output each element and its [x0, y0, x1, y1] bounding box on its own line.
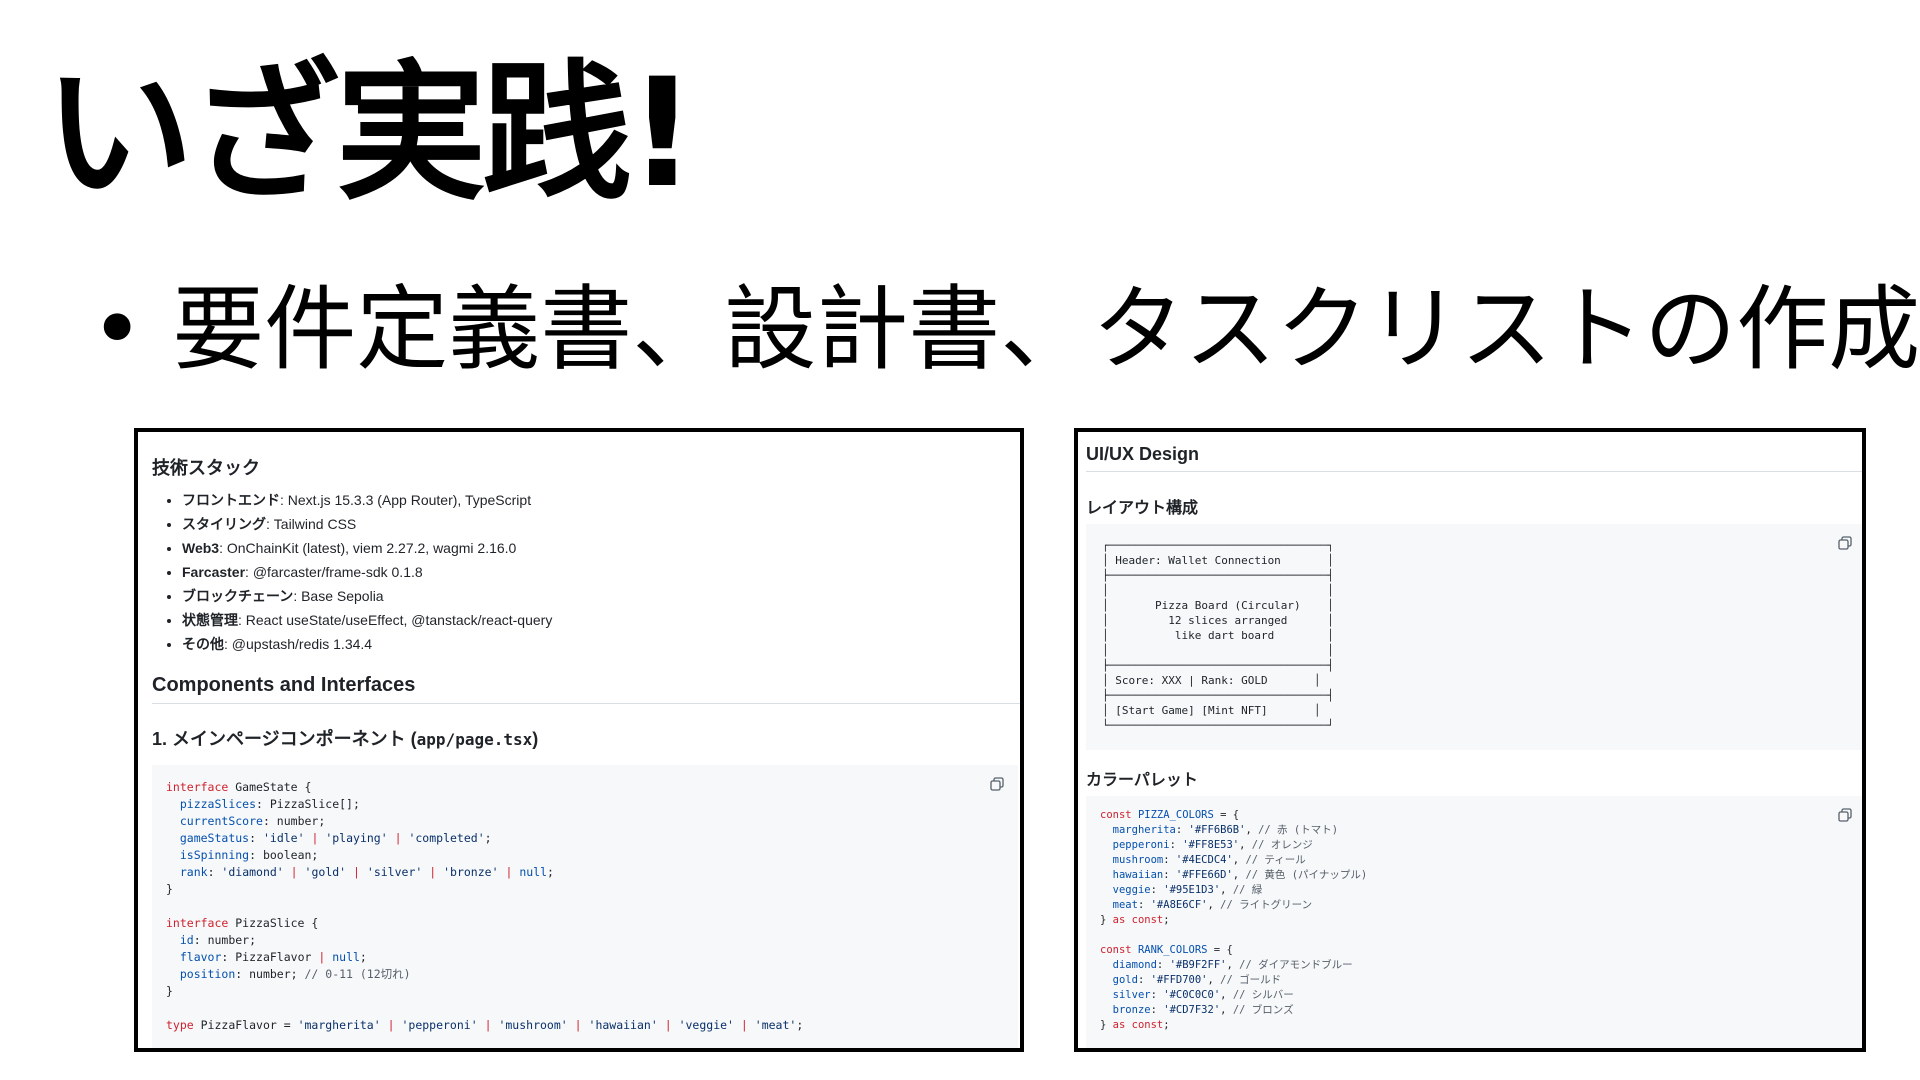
slide-title: いざ実践!: [44, 47, 696, 221]
list-item: Web3: OnChainKit (latest), viem 2.27.2, …: [182, 536, 1020, 560]
list-item: Farcaster: @farcaster/frame-sdk 0.1.8: [182, 560, 1020, 584]
design-screenshot: UI/UX Design レイアウト構成 ┌──────────────────…: [1074, 428, 1866, 1052]
copy-icon[interactable]: [1838, 808, 1852, 822]
subsection-title: 1. メインページコンポーネント (app/page.tsx): [152, 729, 539, 749]
list-item: その他: @upstash/redis 1.34.4: [182, 632, 1020, 656]
code-text: interface GameState { pizzaSlices: Pizza…: [166, 780, 804, 1032]
list-item: 状態管理: React useState/useEffect, @tanstac…: [182, 608, 1020, 632]
copy-icon[interactable]: [1838, 536, 1852, 550]
code-block-palette: const PIZZA_COLORS = { margherita: '#FF6…: [1086, 796, 1862, 1048]
layout-heading: レイアウト構成: [1086, 500, 1199, 517]
requirements-screenshot: 技術スタック フロントエンド: Next.js 15.3.3 (App Rout…: [134, 428, 1024, 1052]
code-block-interfaces: interface GameState { pizzaSlices: Pizza…: [152, 765, 1018, 1048]
palette-heading: カラーパレット: [1086, 772, 1198, 789]
tech-stack-heading: 技術スタック: [152, 458, 260, 478]
section-title: Components and Interfaces: [152, 674, 416, 696]
list-item: ブロックチェーン: Base Sepolia: [182, 584, 1020, 608]
layout-diagram: ┌─────────────────────────────────┐ │ He…: [1102, 539, 1334, 732]
bullet-item: • 要件定義書、設計書、タスクリストの作成: [90, 275, 1920, 385]
code-block-layout: ┌─────────────────────────────────┐ │ He…: [1086, 524, 1862, 750]
design-title: UI/UX Design: [1086, 444, 1200, 464]
bullet-text: 要件定義書、設計書、タスクリストの作成: [172, 276, 1920, 383]
bullet-dot: •: [90, 276, 145, 383]
list-item: スタイリング: Tailwind CSS: [182, 512, 1020, 536]
tech-stack-list: フロントエンド: Next.js 15.3.3 (App Router), Ty…: [152, 488, 1020, 656]
list-item: フロントエンド: Next.js 15.3.3 (App Router), Ty…: [182, 488, 1020, 512]
copy-icon[interactable]: [990, 777, 1004, 791]
palette-code: const PIZZA_COLORS = { margherita: '#FF6…: [1100, 809, 1368, 1031]
